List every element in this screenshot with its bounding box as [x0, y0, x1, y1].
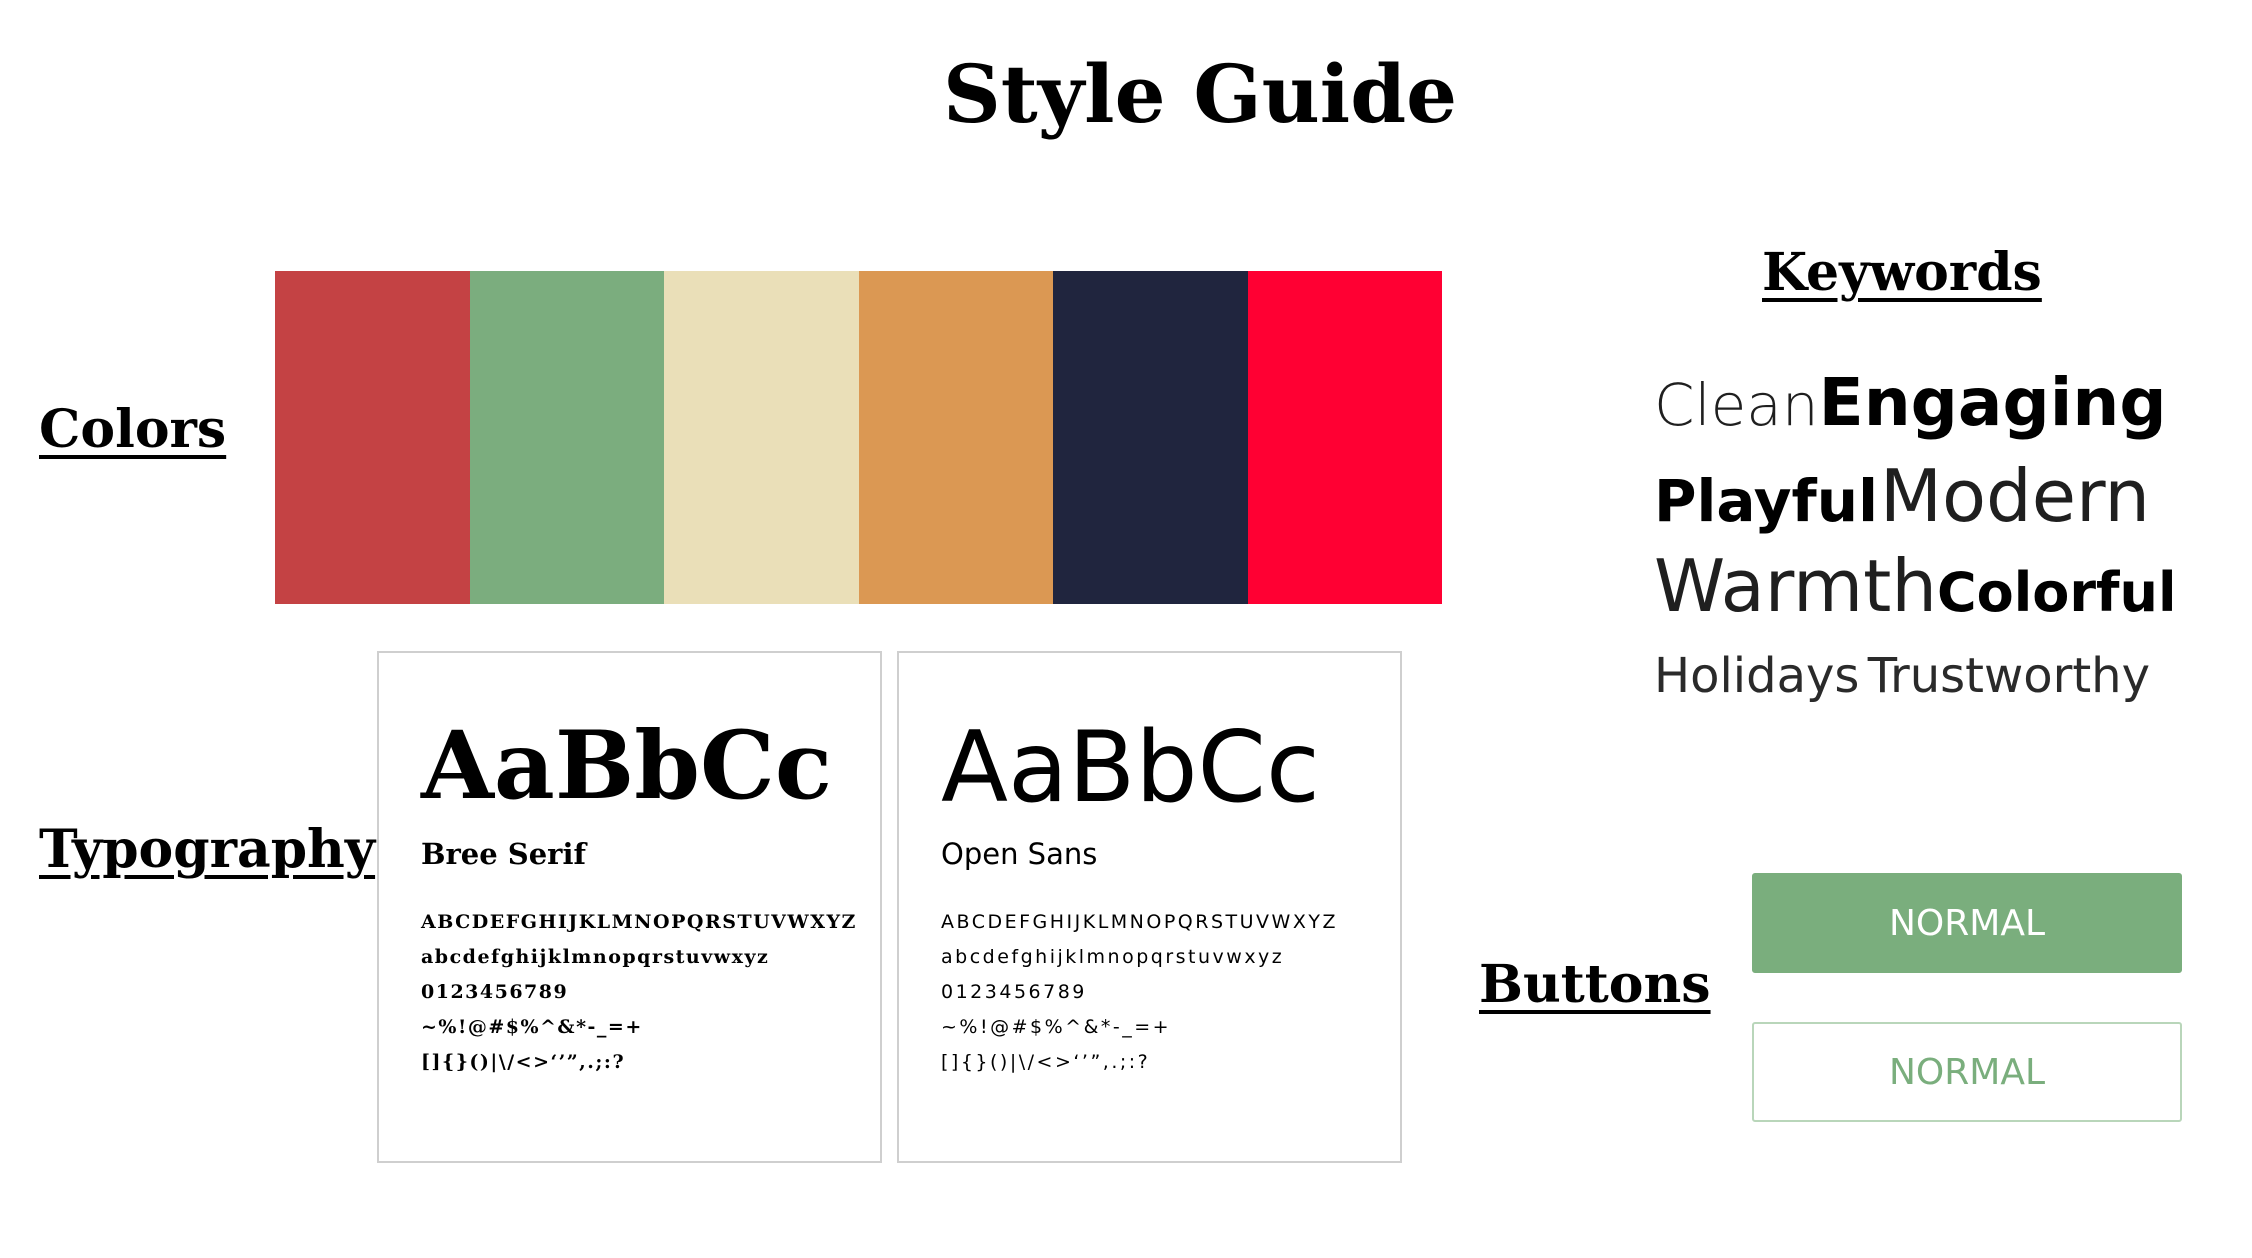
color-palette	[275, 271, 1442, 604]
color-swatch-cream	[664, 271, 859, 604]
font-sample: AaBbCc	[421, 711, 833, 821]
keyword-holidays: Holidays	[1654, 648, 1860, 704]
typography-heading: Typography	[39, 819, 376, 880]
color-swatch-green	[469, 271, 664, 604]
glyph-symbols: ~%!@#$%^&*-_=+	[941, 1016, 1172, 1038]
glyph-set: ABCDEFGHIJKLMNOPQRSTUVWXYZ abcdefghijklm…	[421, 905, 857, 1080]
glyph-symbols: ~%!@#$%^&*-_=+	[421, 1016, 643, 1038]
color-swatch-navy	[1053, 271, 1248, 604]
keywords-heading: Keywords	[1762, 242, 2042, 303]
color-swatch-orange	[858, 271, 1053, 604]
font-sample: AaBbCc	[941, 711, 1320, 825]
glyph-brackets: []{}()|\/<>‘’”,.;:?	[421, 1051, 626, 1073]
glyph-uppercase: ABCDEFGHIJKLMNOPQRSTUVWXYZ	[421, 911, 857, 933]
glyph-digits: 0123456789	[421, 981, 569, 1003]
glyph-lowercase: abcdefghijklmnopqrstuvwxyz	[421, 946, 770, 968]
font-card-bree-serif: AaBbCc Bree Serif ABCDEFGHIJKLMNOPQRSTUV…	[377, 651, 882, 1163]
glyph-set: ABCDEFGHIJKLMNOPQRSTUVWXYZ abcdefghijklm…	[941, 905, 1338, 1080]
keyword-colorful: Colorful	[1937, 561, 2177, 624]
colors-heading: Colors	[39, 399, 227, 460]
keyword-engaging: Engaging	[1818, 364, 2167, 441]
font-name: Open Sans	[941, 837, 1098, 871]
color-swatch-red	[275, 271, 470, 604]
keyword-warmth: Warmth	[1654, 544, 1938, 628]
color-swatch-bright-red	[1247, 271, 1442, 604]
glyph-uppercase: ABCDEFGHIJKLMNOPQRSTUVWXYZ	[941, 911, 1338, 933]
glyph-lowercase: abcdefghijklmnopqrstuvwxyz	[941, 946, 1285, 968]
keyword-trustworthy: Trustworthy	[1867, 648, 2150, 704]
normal-button-filled[interactable]: NORMAL	[1752, 873, 2182, 973]
glyph-digits: 0123456789	[941, 981, 1087, 1003]
keyword-clean: Clean	[1654, 371, 1819, 439]
font-name: Bree Serif	[421, 837, 586, 871]
keyword-modern: Modern	[1879, 454, 2150, 538]
keyword-playful: Playful	[1654, 467, 1878, 535]
page-title: Style Guide	[942, 47, 1458, 141]
font-card-open-sans: AaBbCc Open Sans ABCDEFGHIJKLMNOPQRSTUVW…	[897, 651, 1402, 1163]
glyph-brackets: []{}()|\/<>‘’”,.;:?	[941, 1051, 1151, 1073]
normal-button-outline[interactable]: NORMAL	[1752, 1022, 2182, 1122]
buttons-heading: Buttons	[1479, 954, 1711, 1015]
